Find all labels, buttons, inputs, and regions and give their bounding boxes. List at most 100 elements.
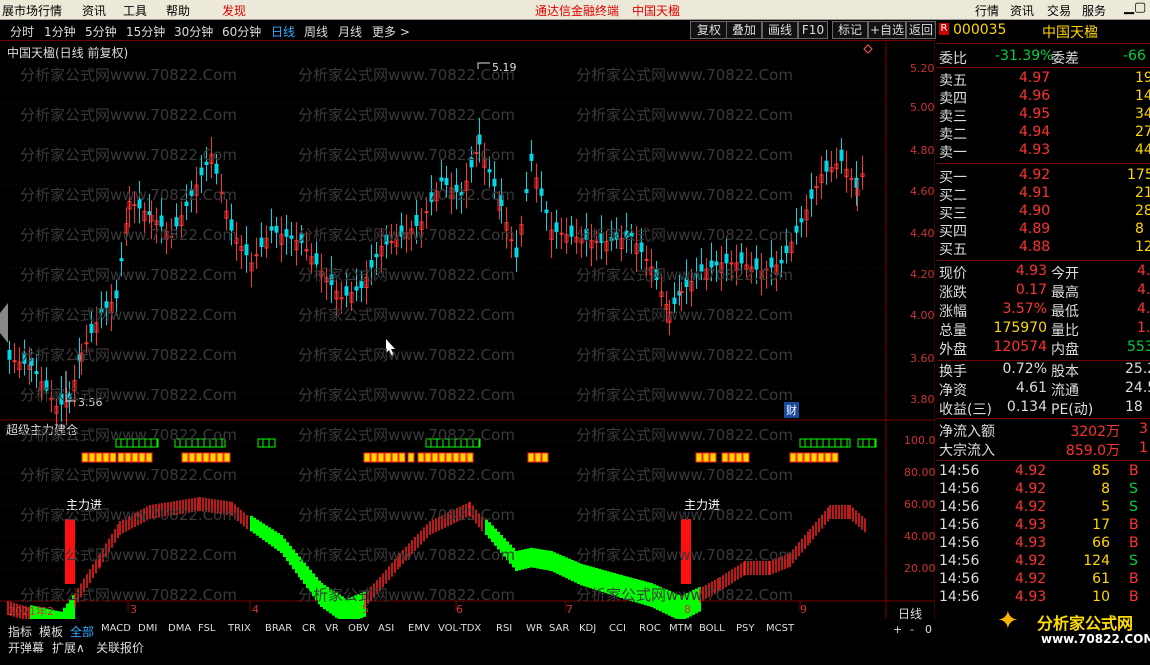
sell-level-row[interactable]: 卖三 4.95 34 xyxy=(937,106,1150,125)
period-tab-1[interactable]: 1分钟 xyxy=(44,23,76,40)
stat-label: 换手 xyxy=(939,364,967,380)
toolbar-button-3[interactable]: F10 xyxy=(798,21,828,39)
period-tab-7[interactable]: 周线 xyxy=(304,23,328,40)
ribbon-bar-green xyxy=(530,547,533,568)
bottom-action-2[interactable]: 关联报价 xyxy=(96,639,144,656)
toolbar-button-2[interactable]: 画线 xyxy=(762,21,798,39)
indicator-tab-24[interactable]: MCST xyxy=(766,623,794,634)
indicator-tab-13[interactable]: EMV xyxy=(408,623,430,634)
signal-marker xyxy=(803,452,811,463)
sell-price: 4.94 xyxy=(1019,124,1051,140)
buy-volume: 28 xyxy=(1135,203,1150,219)
indicator-tab-3[interactable]: MACD xyxy=(101,623,131,634)
indicator-tab-21[interactable]: MTM xyxy=(669,623,692,634)
toolbar-button-5[interactable]: +自选 xyxy=(868,21,906,39)
zoom-button-2[interactable]: 0 xyxy=(925,623,932,636)
period-tab-0[interactable]: 分时 xyxy=(10,23,34,40)
period-tab-4[interactable]: 30分钟 xyxy=(174,23,213,40)
signal-marker xyxy=(417,452,425,463)
sell-level-row[interactable]: 卖五 4.97 19 xyxy=(937,70,1150,89)
ribbon-bar-green xyxy=(577,562,580,584)
period-tab-5[interactable]: 60分钟 xyxy=(222,23,261,40)
price-axis-label: 4.40 xyxy=(910,227,935,240)
indicator-tab-23[interactable]: PSY xyxy=(736,623,755,634)
menu-market[interactable]: 展市场行情 xyxy=(2,2,62,19)
period-tab-6[interactable]: 日线 xyxy=(271,23,295,40)
indicator-tab-0[interactable]: 指标 xyxy=(8,623,32,640)
buy-level-row[interactable]: 买三 4.90 28 xyxy=(937,203,1150,222)
period-tab-9[interactable]: 更多 > xyxy=(372,23,410,40)
zoom-button-0[interactable]: + xyxy=(893,623,902,636)
sell-volume: 19 xyxy=(1135,70,1150,86)
candle-body xyxy=(524,189,529,194)
watermark-text: 分析家公式网www.70822.Com xyxy=(298,506,515,524)
flow-label: 净流入额 xyxy=(939,424,995,440)
indicator-tab-1[interactable]: 模板 xyxy=(39,623,63,640)
ribbon-bar-green xyxy=(265,525,268,543)
indicator-tab-14[interactable]: VOL-TDX xyxy=(438,623,481,634)
indicator-tab-8[interactable]: BRAR xyxy=(265,623,292,634)
zoom-button-1[interactable]: - xyxy=(910,623,914,636)
indicator-tab-19[interactable]: CCI xyxy=(609,623,626,634)
menu-tools[interactable]: 工具 xyxy=(123,2,147,19)
buy-level-row[interactable]: 买五 4.88 12 xyxy=(937,239,1150,258)
stat-value: 0.72% xyxy=(1002,361,1047,377)
menu-help[interactable]: 帮助 xyxy=(166,2,190,19)
period-tab-2[interactable]: 5分钟 xyxy=(85,23,117,40)
indicator-tab-15[interactable]: RSI xyxy=(496,623,512,634)
indicator-tab-20[interactable]: ROC xyxy=(639,623,661,634)
toolbar-button-1[interactable]: 叠加 xyxy=(726,21,762,39)
stat-value: 25.2 xyxy=(1125,361,1150,377)
candle-body xyxy=(559,232,564,235)
toolbar-button-4[interactable]: 标记 xyxy=(832,21,868,39)
tick-volume: 8 xyxy=(1101,481,1110,497)
kline-chart[interactable] xyxy=(0,41,935,619)
tab-info[interactable]: 资讯 xyxy=(1010,2,1034,19)
period-tab-8[interactable]: 月线 xyxy=(338,23,362,40)
indicator-tab-2[interactable]: 全部 xyxy=(70,623,94,640)
ribbon-bar-green xyxy=(289,545,292,566)
stat-row: 涨幅 3.57% 最低 4. xyxy=(937,301,1150,320)
buy-label: 买一 xyxy=(939,170,967,186)
sell-level-row[interactable]: 卖四 4.96 14 xyxy=(937,88,1150,107)
indicator-tab-11[interactable]: OBV xyxy=(348,623,369,634)
stat-label: 量比 xyxy=(1051,323,1079,339)
indicator-tab-6[interactable]: FSL xyxy=(198,623,216,634)
buy-level-row[interactable]: 买一 4.92 175 xyxy=(937,167,1150,186)
buy-level-row[interactable]: 买二 4.91 21 xyxy=(937,185,1150,204)
bottom-action-0[interactable]: 开弹幕 xyxy=(8,639,44,656)
candle-body xyxy=(34,371,39,375)
indicator-tab-22[interactable]: BOLL xyxy=(699,623,725,634)
indicator-tab-7[interactable]: TRIX xyxy=(228,623,251,634)
indicator-tab-9[interactable]: CR xyxy=(302,623,316,634)
menu-news[interactable]: 资讯 xyxy=(82,2,106,19)
indicator-tab-12[interactable]: ASI xyxy=(378,623,394,634)
sell-level-row[interactable]: 卖一 4.93 44 xyxy=(937,142,1150,161)
buy-label: 买二 xyxy=(939,188,967,204)
sell-level-row[interactable]: 卖二 4.94 27 xyxy=(937,124,1150,143)
logo-text: 分析家公式网 xyxy=(1037,614,1134,633)
indicator-tab-4[interactable]: DMI xyxy=(138,623,157,634)
candle-body xyxy=(254,254,259,257)
flow-value: 859.0万 xyxy=(1065,443,1120,459)
buy-level-row[interactable]: 买四 4.89 8 xyxy=(937,221,1150,240)
tab-service[interactable]: 服务 xyxy=(1082,2,1106,19)
indicator-tab-17[interactable]: SAR xyxy=(549,623,569,634)
indicator-tab-18[interactable]: KDJ xyxy=(579,623,596,634)
ribbon-bar-green xyxy=(259,521,262,538)
indicator-tab-10[interactable]: VR xyxy=(325,623,339,634)
stock-name: 中国天楹 xyxy=(1042,25,1098,41)
toolbar-button-0[interactable]: 复权 xyxy=(690,21,728,39)
window-controls-icon[interactable]: ▁▢ xyxy=(1124,0,1146,15)
bottom-action-1[interactable]: 扩展∧ xyxy=(52,639,85,656)
tab-quotes[interactable]: 行情 xyxy=(975,2,999,19)
tab-trade[interactable]: 交易 xyxy=(1047,2,1071,19)
period-tab-3[interactable]: 15分钟 xyxy=(126,23,165,40)
indicator-tab-5[interactable]: DMA xyxy=(168,623,191,634)
toolbar-button-6[interactable]: 返回 xyxy=(906,21,936,39)
date-axis-label: 7 xyxy=(566,603,573,616)
indicator-axis-label: 20.00 xyxy=(904,562,936,575)
indicator-tab-16[interactable]: WR xyxy=(526,623,543,634)
candle-body xyxy=(314,253,319,265)
menu-discover[interactable]: 发现 xyxy=(222,2,246,19)
